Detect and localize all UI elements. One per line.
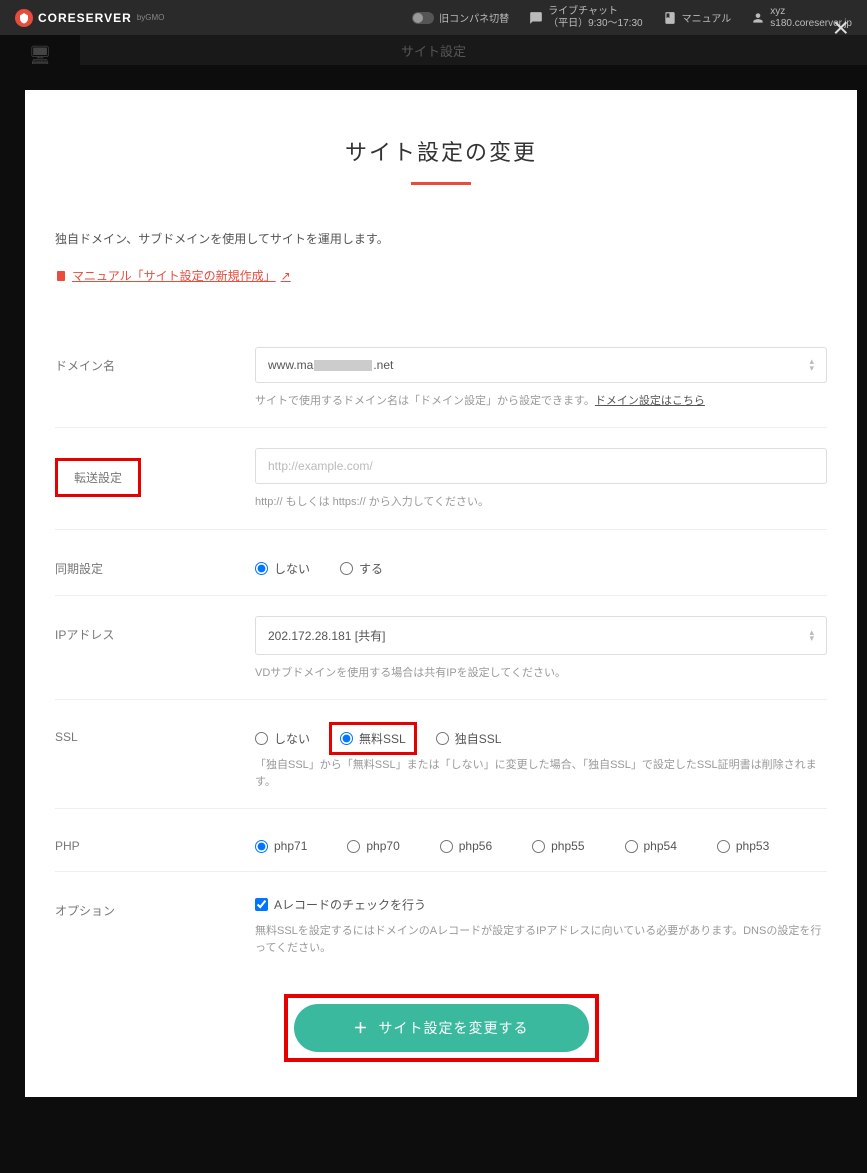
logo[interactable]: CORESERVER byGMO: [15, 9, 164, 27]
ssl-free-label: 無料SSL: [359, 730, 406, 747]
ssl-no-label: しない: [274, 730, 310, 747]
domain-help: サイトで使用するドメイン名は「ドメイン設定」から設定できます。ドメイン設定はこち…: [255, 393, 827, 410]
livechat-hours: （平日）9:30～17:30: [548, 18, 643, 30]
domain-value: www.ma.net: [268, 358, 393, 372]
php56-radio[interactable]: php56: [440, 839, 492, 853]
ssl-label: SSL: [55, 720, 255, 790]
php-row: PHP php71 php70 php56 php55 php54 php53: [55, 808, 827, 871]
php53-label: php53: [736, 839, 769, 853]
manual-label: マニュアル: [682, 10, 732, 25]
sync-yes-radio[interactable]: する: [340, 560, 383, 577]
livechat-title: ライブチャット: [548, 6, 643, 18]
php56-label: php56: [459, 839, 492, 853]
ssl-row: SSL しない 無料SSL 独自SSL 「独自SSL」から「無料SSL」または「…: [55, 699, 827, 808]
ip-select[interactable]: 202.172.28.181 [共有] ▴▾: [255, 616, 827, 655]
php54-label: php54: [644, 839, 677, 853]
user-icon: [751, 11, 765, 25]
logo-icon: [15, 9, 33, 27]
sync-label: 同期設定: [55, 550, 255, 577]
book-icon: [663, 11, 677, 25]
redirect-help: http:// もしくは https:// から入力してください。: [255, 494, 827, 511]
ip-row: IPアドレス 202.172.28.181 [共有] ▴▾ VDサブドメインを使…: [55, 595, 827, 700]
external-link-icon: ↗: [281, 269, 291, 283]
option-label: オプション: [55, 892, 255, 956]
old-panel-label: 旧コンパネ切替: [439, 10, 509, 25]
php54-radio[interactable]: php54: [625, 839, 677, 853]
ssl-no-radio[interactable]: しない: [255, 730, 310, 747]
modal-title: サイト設定の変更: [55, 135, 827, 167]
domain-redacted: [314, 360, 372, 371]
modal-description: 独自ドメイン、サブドメインを使用してサイトを運用します。: [55, 230, 827, 247]
logo-sub: byGMO: [137, 13, 165, 22]
php55-label: php55: [551, 839, 584, 853]
php71-label: php71: [274, 839, 307, 853]
option-row: オプション Aレコードのチェックを行う 無料SSLを設定するにはドメインのAレコ…: [55, 871, 827, 974]
php70-radio[interactable]: php70: [347, 839, 399, 853]
a-record-label: Aレコードのチェックを行う: [274, 896, 426, 913]
redirect-label: 転送設定: [55, 458, 141, 497]
redirect-row: 転送設定 http:// もしくは https:// から入力してください。: [55, 427, 827, 529]
plus-icon: ＋: [354, 1018, 369, 1038]
redirect-input[interactable]: [255, 448, 827, 484]
a-record-checkbox[interactable]: Aレコードのチェックを行う: [255, 892, 827, 913]
php-label: PHP: [55, 829, 255, 853]
sync-no-label: しない: [274, 560, 310, 577]
select-arrows-icon: ▴▾: [809, 358, 814, 371]
domain-label: ドメイン名: [55, 347, 255, 410]
ip-help: VDサブドメインを使用する場合は共有IPを設定してください。: [255, 665, 827, 682]
ssl-free-radio[interactable]: 無料SSL: [340, 730, 406, 747]
toggle-icon: [412, 12, 434, 24]
php55-radio[interactable]: php55: [532, 839, 584, 853]
ssl-own-label: 独自SSL: [455, 730, 502, 747]
ssl-own-radio[interactable]: 独自SSL: [436, 730, 502, 747]
php71-radio[interactable]: php71: [255, 839, 307, 853]
site-settings-modal: サイト設定の変更 独自ドメイン、サブドメインを使用してサイトを運用します。 マニ…: [25, 90, 857, 1097]
book-icon: [55, 270, 67, 282]
old-panel-toggle[interactable]: 旧コンパネ切替: [412, 10, 509, 25]
manual-link[interactable]: マニュアル: [663, 10, 732, 25]
ssl-help: 「独自SSL」から「無料SSL」または「しない」に変更した場合、「独自SSL」で…: [255, 757, 827, 790]
ip-label: IPアドレス: [55, 616, 255, 682]
sync-no-radio[interactable]: しない: [255, 560, 310, 577]
title-underline: [411, 182, 471, 185]
sync-yes-label: する: [359, 560, 383, 577]
sync-row: 同期設定 しない する: [55, 529, 827, 595]
close-button[interactable]: ×: [833, 12, 849, 44]
livechat-link[interactable]: ライブチャット （平日）9:30～17:30: [529, 6, 643, 30]
submit-button[interactable]: ＋ サイト設定を変更する: [294, 1004, 589, 1052]
app-header: CORESERVER byGMO 旧コンパネ切替 ライブチャット （平日）9:3…: [0, 0, 867, 35]
option-help: 無料SSLを設定するにはドメインのAレコードが設定するIPアドレスに向いている必…: [255, 923, 827, 956]
submit-highlight: ＋ サイト設定を変更する: [284, 994, 599, 1062]
manual-guide-link[interactable]: マニュアル「サイト設定の新規作成」 ↗: [55, 267, 291, 284]
logo-text: CORESERVER: [38, 11, 132, 25]
domain-row: ドメイン名 www.ma.net ▴▾ サイトで使用するドメイン名は「ドメイン設…: [55, 327, 827, 428]
domain-settings-link[interactable]: ドメイン設定はこちら: [595, 395, 705, 407]
ip-value: 202.172.28.181 [共有]: [268, 627, 385, 644]
php70-label: php70: [366, 839, 399, 853]
submit-label: サイト設定を変更する: [379, 1018, 529, 1038]
manual-link-text: マニュアル「サイト設定の新規作成」: [72, 267, 276, 284]
domain-select[interactable]: www.ma.net ▴▾: [255, 347, 827, 383]
chat-icon: [529, 11, 543, 25]
php53-radio[interactable]: php53: [717, 839, 769, 853]
select-arrows-icon: ▴▾: [809, 629, 814, 642]
